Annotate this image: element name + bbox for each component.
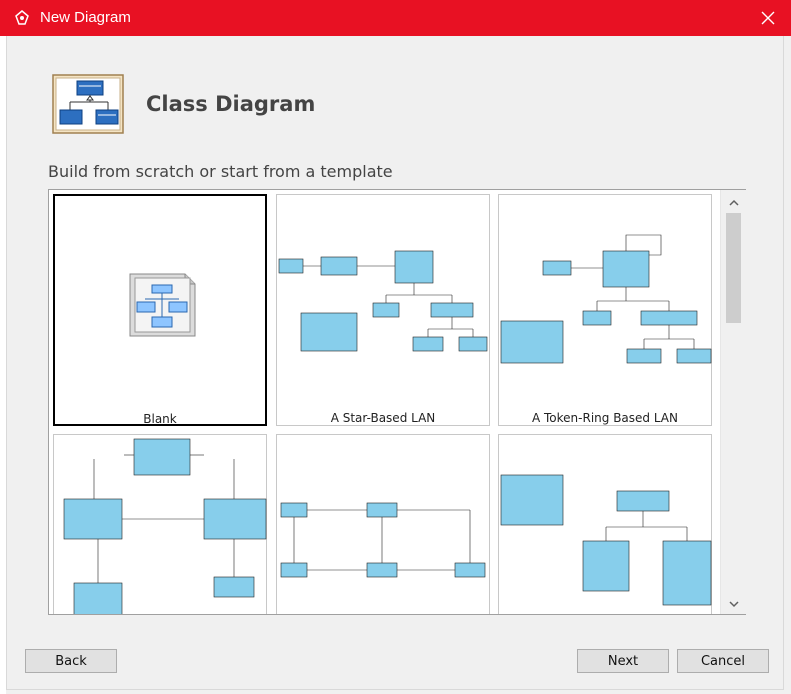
token-ring-lan-thumbnail bbox=[500, 234, 712, 364]
star-lan-thumbnail bbox=[278, 250, 488, 352]
template-card-star-lan[interactable]: A Star-Based LAN bbox=[276, 194, 490, 426]
template-card-workflow[interactable] bbox=[276, 434, 490, 614]
cancel-button[interactable]: Cancel bbox=[677, 649, 769, 673]
close-icon bbox=[761, 11, 775, 25]
template-card-company[interactable] bbox=[53, 434, 267, 614]
scroll-up-button[interactable] bbox=[721, 192, 746, 212]
close-button[interactable] bbox=[745, 0, 791, 36]
scroll-thumb[interactable] bbox=[726, 213, 741, 323]
template-label: Blank bbox=[143, 412, 177, 426]
window-titlebar: New Diagram bbox=[0, 0, 791, 36]
back-button[interactable]: Back bbox=[25, 649, 117, 673]
template-card-blank[interactable]: Blank bbox=[53, 194, 267, 426]
chevron-up-icon bbox=[728, 199, 739, 206]
chevron-down-icon bbox=[728, 600, 739, 607]
workflow-thumbnail bbox=[280, 502, 486, 578]
app-icon bbox=[15, 10, 29, 25]
next-button[interactable]: Next bbox=[577, 649, 669, 673]
blank-diagram-icon bbox=[129, 273, 196, 337]
display-thumbnail bbox=[500, 474, 712, 606]
template-card-token-ring-lan[interactable]: A Token-Ring Based LAN bbox=[498, 194, 712, 426]
company-thumbnail bbox=[63, 438, 267, 614]
template-label: A Token-Ring Based LAN bbox=[531, 411, 678, 425]
scroll-down-button[interactable] bbox=[721, 594, 746, 614]
gallery-scrollbar[interactable] bbox=[720, 190, 746, 614]
template-gallery: Blank A Star-Based LAN A Token-Ring Base… bbox=[48, 189, 746, 615]
gallery-subtitle: Build from scratch or start from a templ… bbox=[48, 162, 393, 181]
window-title: New Diagram bbox=[40, 9, 131, 26]
page-title: Class Diagram bbox=[146, 92, 316, 116]
template-card-display[interactable] bbox=[498, 434, 712, 614]
template-label: A Star-Based LAN bbox=[330, 411, 436, 425]
class-diagram-icon bbox=[52, 74, 124, 134]
